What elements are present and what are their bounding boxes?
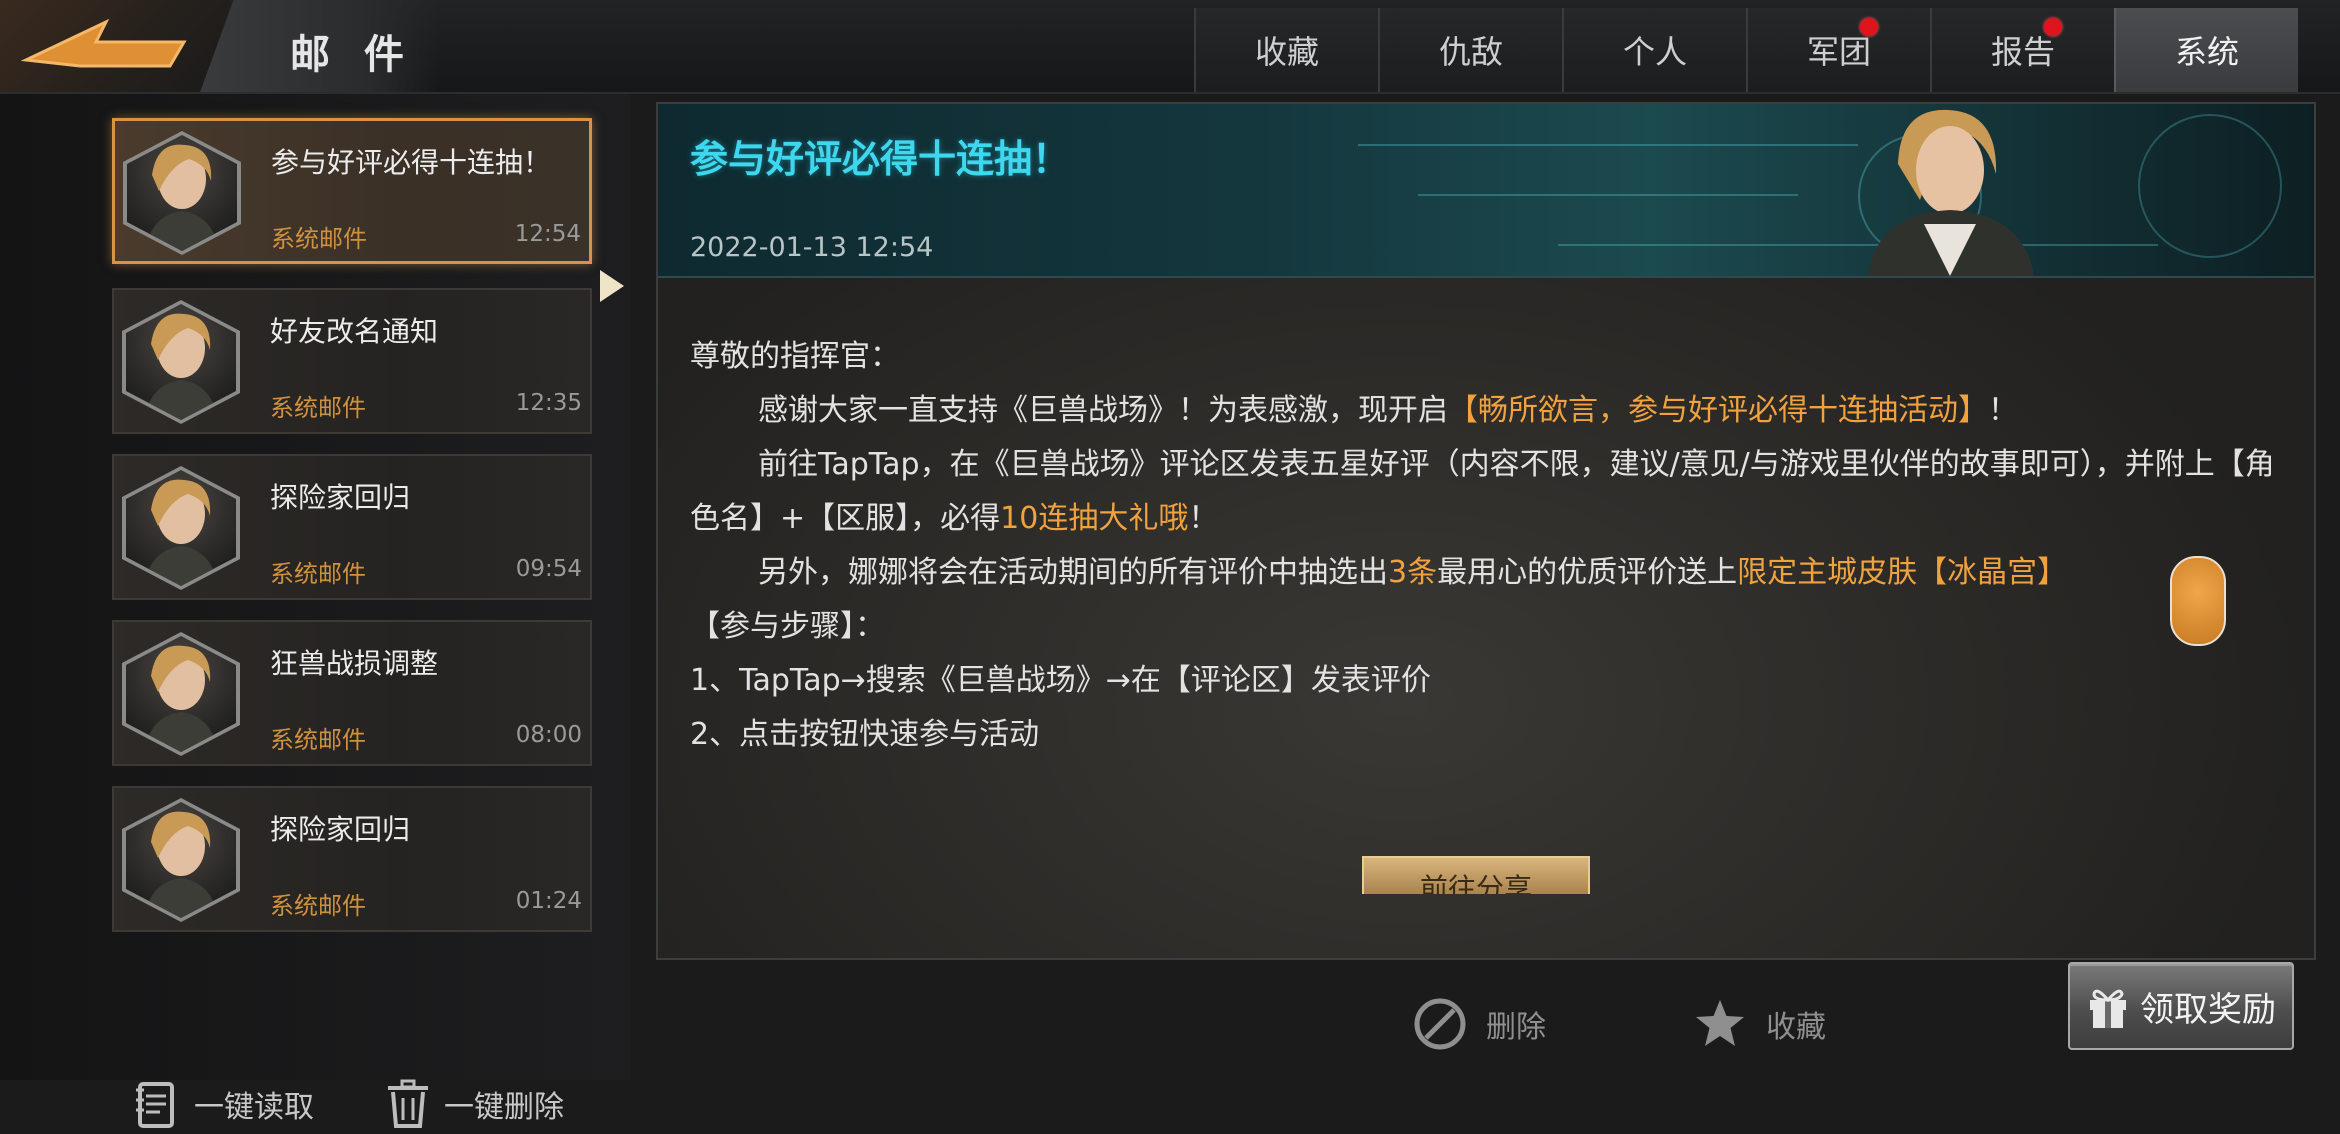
step-1: 1、TapTap→搜索《巨兽战场》→在【评论区】发表评价: [690, 663, 1431, 698]
tab-system[interactable]: 系统: [2114, 8, 2298, 92]
paragraph-1: 感谢大家一直支持《巨兽战场》！为表感激，现开启【畅所欲言，参与好评必得十连抽活动…: [690, 384, 2290, 438]
mail-sender: 系统邮件: [270, 726, 366, 754]
mail-list-item[interactable]: 探险家回归 系统邮件 01:24: [112, 786, 592, 932]
commander-portrait: [1868, 109, 2034, 276]
selection-pointer: [600, 270, 624, 302]
mail-sender: 系统邮件: [270, 892, 366, 920]
tab-legion[interactable]: 军团: [1746, 8, 1930, 92]
mail-time: 08:00: [515, 722, 582, 748]
favorite-mail-button[interactable]: 收藏: [1692, 996, 1826, 1052]
mail-sender: 系统邮件: [270, 394, 366, 422]
hero-avatar-icon: [122, 632, 240, 756]
highlight: 3条: [1388, 555, 1438, 590]
highlight: 【畅所欲言，参与好评必得十连抽活动】: [1448, 393, 1988, 428]
mail-list-item[interactable]: 好友改名通知 系统邮件 12:35: [112, 288, 592, 434]
step-2: 2、点击按钮快速参与活动: [690, 717, 1040, 752]
tab-label: 报告: [1990, 33, 2055, 71]
mail-title: 参与好评必得十连抽！: [690, 137, 1071, 181]
paragraph-2: 前往TapTap，在《巨兽战场》评论区发表五星好评（内容不限，建议/意见/与游戏…: [690, 438, 2290, 546]
paragraph-3: 另外，娜娜将会在活动期间的所有评价中抽选出3条最用心的优质评价送上限定主城皮肤【…: [690, 546, 2290, 600]
mail-footer: 删除 收藏: [656, 950, 2316, 1080]
highlight: 限定主城皮肤【冰晶宫】: [1737, 555, 2068, 590]
greeting: 尊敬的指挥官：: [690, 339, 900, 374]
notepad-icon: [136, 1082, 174, 1128]
hero-avatar-icon: [123, 131, 241, 255]
top-bar: 邮 件 收藏 仇敌 个人 军团 报告 系统: [0, 0, 2340, 94]
mail-banner: 参与好评必得十连抽！ 2022-01-13 12:54: [658, 104, 2314, 278]
star-icon: [1696, 1000, 1744, 1046]
hero-avatar-icon: [122, 798, 240, 922]
text: ！: [1988, 393, 2018, 428]
hero-avatar-icon: [122, 300, 240, 424]
go-share-button[interactable]: 前往分享: [1362, 856, 1590, 894]
gift-icon: [2090, 989, 2126, 1028]
highlight: 10连抽大礼哦: [1000, 501, 1189, 536]
trash-icon: [388, 1079, 428, 1128]
tab-label: 军团: [1806, 33, 1871, 71]
mail-subject: 探险家回归: [270, 481, 411, 514]
cat-mascot-icon[interactable]: [2170, 556, 2226, 646]
mail-list-item[interactable]: 狂兽战损调整 系统邮件 08:00: [112, 620, 592, 766]
tab-label: 仇敌: [1438, 33, 1503, 71]
mail-content-panel: 参与好评必得十连抽！ 2022-01-13 12:54 尊敬的指挥官： 感谢大家…: [656, 102, 2316, 960]
no-entry-icon: [1414, 998, 1466, 1050]
delete-label: 删除: [1486, 1010, 1546, 1045]
mail-time: 12:54: [514, 221, 581, 247]
unread-badge: [2044, 18, 2062, 36]
text: 感谢大家一直支持《巨兽战场》！为表感激，现开启: [758, 393, 1448, 428]
tab-reports[interactable]: 报告: [1930, 8, 2114, 92]
back-button[interactable]: [0, 0, 232, 92]
tab-personal[interactable]: 个人: [1562, 8, 1746, 92]
mail-date: 2022-01-13 12:54: [690, 232, 934, 263]
text: 前往TapTap，在《巨兽战场》评论区发表五星好评（内容不限，建议/意见/与游戏…: [690, 447, 2275, 536]
tab-label: 收藏: [1254, 33, 1319, 71]
tab-favorites[interactable]: 收藏: [1194, 8, 1378, 92]
mail-sender: 系统邮件: [270, 560, 366, 588]
unread-badge: [1860, 18, 1878, 36]
mail-time: 09:54: [515, 556, 582, 582]
mail-list-item[interactable]: 探险家回归 系统邮件 09:54: [112, 454, 592, 600]
mail-time: 12:35: [515, 390, 582, 416]
page-title: 邮 件: [290, 32, 414, 78]
text: 另外，娜娜将会在活动期间的所有评价中抽选出: [758, 555, 1388, 590]
delete-mail-button[interactable]: 删除: [1412, 996, 1546, 1052]
mail-subject: 好友改名通知: [270, 315, 439, 348]
read-all-label: 一键读取: [194, 1090, 314, 1125]
hero-avatar-icon: [122, 466, 240, 590]
claim-label: 领取奖励: [2140, 989, 2276, 1030]
tab-bar: 收藏 仇敌 个人 军团 报告 系统: [1194, 8, 2298, 92]
steps-title: 【参与步骤】：: [690, 609, 885, 644]
mail-body: 尊敬的指挥官： 感谢大家一直支持《巨兽战场》！为表感激，现开启【畅所欲言，参与好…: [690, 330, 2290, 762]
text: 最用心的优质评价送上: [1437, 555, 1738, 590]
text: ！: [1188, 501, 1219, 536]
mail-list-item[interactable]: 参与好评必得十连抽！ 系统邮件 12:54: [112, 118, 592, 264]
delete-all-label: 一键删除: [444, 1090, 564, 1125]
tab-label: 系统: [2174, 33, 2239, 71]
mail-sender: 系统邮件: [271, 225, 367, 253]
mail-subject: 探险家回归: [270, 813, 411, 846]
tab-enemies[interactable]: 仇敌: [1378, 8, 1562, 92]
back-arrow-icon: [20, 18, 187, 68]
claim-reward-button[interactable]: 领取奖励: [2068, 962, 2294, 1050]
mail-list-panel: 参与好评必得十连抽！ 系统邮件 12:54 好友改名通知 系统邮件 12:35 …: [0, 94, 630, 1128]
mail-subject: 参与好评必得十连抽！: [271, 146, 552, 179]
favorite-label: 收藏: [1766, 1010, 1826, 1045]
mail-time: 01:24: [515, 888, 582, 914]
mail-subject: 狂兽战损调整: [270, 647, 439, 680]
tab-label: 个人: [1622, 33, 1687, 71]
read-all-button[interactable]: 一键读取: [132, 1074, 314, 1134]
delete-all-button[interactable]: 一键删除: [384, 1074, 564, 1134]
